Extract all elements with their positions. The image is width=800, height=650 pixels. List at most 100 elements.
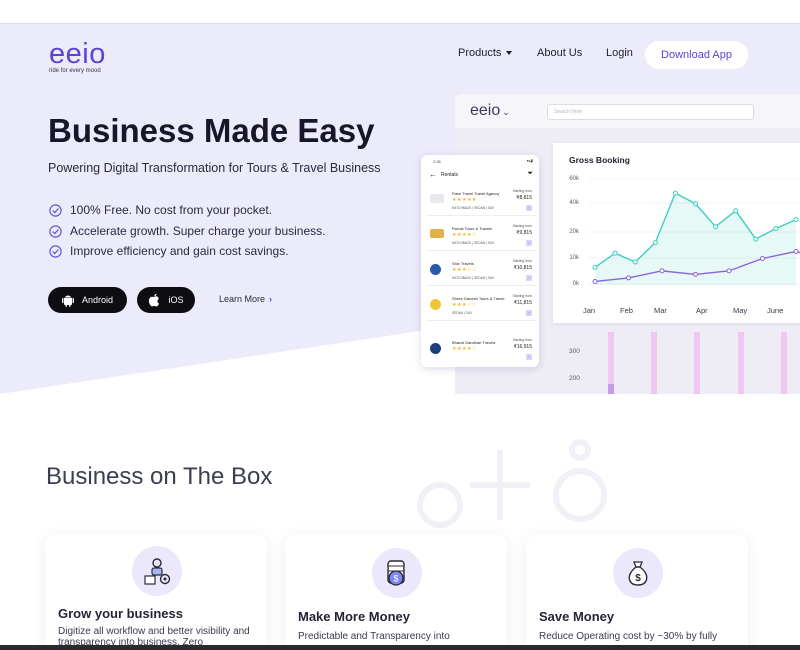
check-circle-icon	[49, 203, 62, 217]
agency-logo	[430, 264, 441, 275]
phone-mockup: 2:36 ▾▴▮ ← Rentals ⏷ Flare Travel Travel…	[421, 155, 539, 367]
download-app-button[interactable]: Download App	[645, 41, 748, 69]
agency-logo	[430, 194, 444, 203]
card-description: Predictable and Transparency into	[298, 631, 450, 642]
chevron-right-icon: ›	[269, 294, 273, 304]
agency-logo	[430, 299, 441, 310]
background-bar	[651, 332, 657, 394]
data-point	[793, 217, 799, 223]
data-point	[793, 248, 799, 254]
browser-top-strip	[0, 0, 800, 24]
android-label: Android	[81, 295, 114, 305]
hero-subtitle: Powering Digital Transformation for Tour…	[48, 161, 381, 175]
feature-text: Accelerate growth. Super charge your bus…	[70, 224, 326, 238]
back-arrow-icon[interactable]: ←	[429, 170, 437, 179]
learn-more-link[interactable]: Learn More ›	[219, 294, 272, 304]
feature-item: 100% Free. No cost from your pocket.	[49, 203, 272, 217]
agency-price: ₹16,915	[513, 344, 532, 350]
data-point	[632, 259, 638, 265]
coins-icon: $	[372, 548, 422, 598]
agency-name: Shiv Travels	[452, 261, 474, 266]
svg-text:$: $	[393, 574, 398, 584]
check-circle-icon	[49, 244, 62, 258]
agency-card[interactable]: Flare Travel Travel Agency ★★★★★ HATCHBA…	[426, 186, 536, 216]
logo-tagline: ride for every mood	[49, 68, 101, 74]
agency-tag: ›	[526, 310, 532, 316]
starting-label: Starting from	[512, 294, 532, 298]
background-illustration	[417, 439, 607, 528]
logo-word: eeio	[49, 38, 106, 70]
agency-tag: ›	[526, 275, 532, 281]
agency-types: HATCHBACK | SEDAN | SUV	[452, 276, 495, 280]
ios-label: iOS	[168, 295, 184, 305]
data-point	[733, 208, 739, 214]
agency-card[interactable]: Ronak Tours & Travels ★★★★☆ HATCHBACK | …	[426, 221, 536, 251]
gross-booking-chart: Gross Booking 60k 40k 20k 10k 0k Jan Feb…	[553, 143, 800, 323]
hero-title: Business Made Easy	[48, 112, 375, 149]
agency-rating: ★★★☆☆	[452, 267, 477, 273]
check-circle-icon	[49, 224, 62, 238]
agency-rating: ★★★★☆	[452, 346, 477, 352]
feature-card-money: $ Make More Money Predictable and Transp…	[285, 534, 507, 650]
data-point	[726, 268, 732, 274]
apple-icon	[149, 293, 160, 307]
feature-card-save: $ Save Money Reduce Operating cost by ~3…	[526, 534, 748, 650]
card-description: Reduce Operating cost by ~30% by fully	[539, 631, 718, 642]
android-icon	[61, 295, 74, 307]
card-title: Save Money	[539, 609, 615, 624]
agency-types: SEDAN | SUV	[452, 311, 473, 315]
data-point	[612, 250, 618, 256]
taskbar-strip	[0, 645, 800, 650]
feature-item: Accelerate growth. Super charge your bus…	[49, 224, 325, 238]
agency-name: Bharat Gandhari Travels	[452, 340, 496, 345]
data-point	[672, 190, 678, 196]
svg-text:$: $	[635, 573, 641, 584]
data-point	[753, 236, 759, 242]
agency-price: ₹10,815	[513, 265, 532, 271]
phone-status-icons: ▾▴▮	[526, 158, 533, 163]
data-point	[659, 268, 665, 274]
card-title: Grow your business	[58, 606, 183, 621]
dashboard-search-input[interactable]: Search Here	[547, 104, 754, 120]
data-point	[592, 264, 598, 270]
feature-text: Improve efficiency and gain cost savings…	[70, 244, 289, 258]
data-point	[626, 275, 631, 281]
brand-logo[interactable]: eeio ride for every mood	[49, 38, 119, 75]
filter-icon[interactable]: ⏷	[527, 170, 533, 178]
money-bag-icon: $	[613, 548, 663, 598]
nav-products[interactable]: Products	[458, 47, 513, 59]
agency-card[interactable]: Shiv Travels ★★★☆☆ HATCHBACK | SEDAN | S…	[426, 256, 536, 286]
phone-title: Rentals	[441, 172, 458, 178]
agency-tag: ›	[526, 205, 532, 211]
nav-products-label: Products	[458, 47, 502, 59]
background-bar	[738, 332, 744, 394]
agency-rating: ★★★★★	[452, 197, 477, 203]
agency-logo	[430, 229, 444, 238]
feature-card-grow: Grow your business Digitize all workflow…	[45, 534, 267, 650]
nav-about-us[interactable]: About Us	[537, 47, 582, 59]
y-tick-300: 300	[569, 348, 580, 355]
agency-types: HATCHBACK | SEDAN | SUV	[452, 206, 495, 210]
data-point	[773, 225, 779, 231]
background-bar	[694, 332, 700, 394]
agency-card[interactable]: Bharat Gandhari Travels ★★★★☆ Starting f…	[426, 335, 536, 365]
starting-label: Starting from	[512, 189, 532, 193]
agency-card[interactable]: Shree Ganesh Tours & Travel ★★★☆☆ SEDAN …	[426, 291, 536, 321]
nav-login[interactable]: Login	[606, 47, 633, 59]
background-bar-accent	[608, 384, 614, 394]
agency-rating: ★★★★☆	[452, 232, 477, 238]
agency-name: Ronak Tours & Travels	[452, 226, 493, 231]
phone-header: ← Rentals ⏷	[421, 169, 539, 183]
section-title: Business on The Box	[46, 463, 273, 490]
data-point	[693, 271, 698, 277]
starting-label: Starting from	[512, 224, 532, 228]
starting-label: Starting from	[512, 259, 532, 263]
agency-price: ₹8,815	[516, 195, 532, 201]
android-button[interactable]: Android	[48, 287, 127, 313]
agency-logo	[430, 343, 441, 354]
chart-plot	[589, 178, 800, 285]
ios-button[interactable]: iOS	[137, 287, 195, 313]
chevron-down-icon: ⌄	[502, 107, 510, 117]
agency-tag: ›	[526, 354, 532, 360]
dashboard-logo-text: eeio	[470, 102, 501, 119]
